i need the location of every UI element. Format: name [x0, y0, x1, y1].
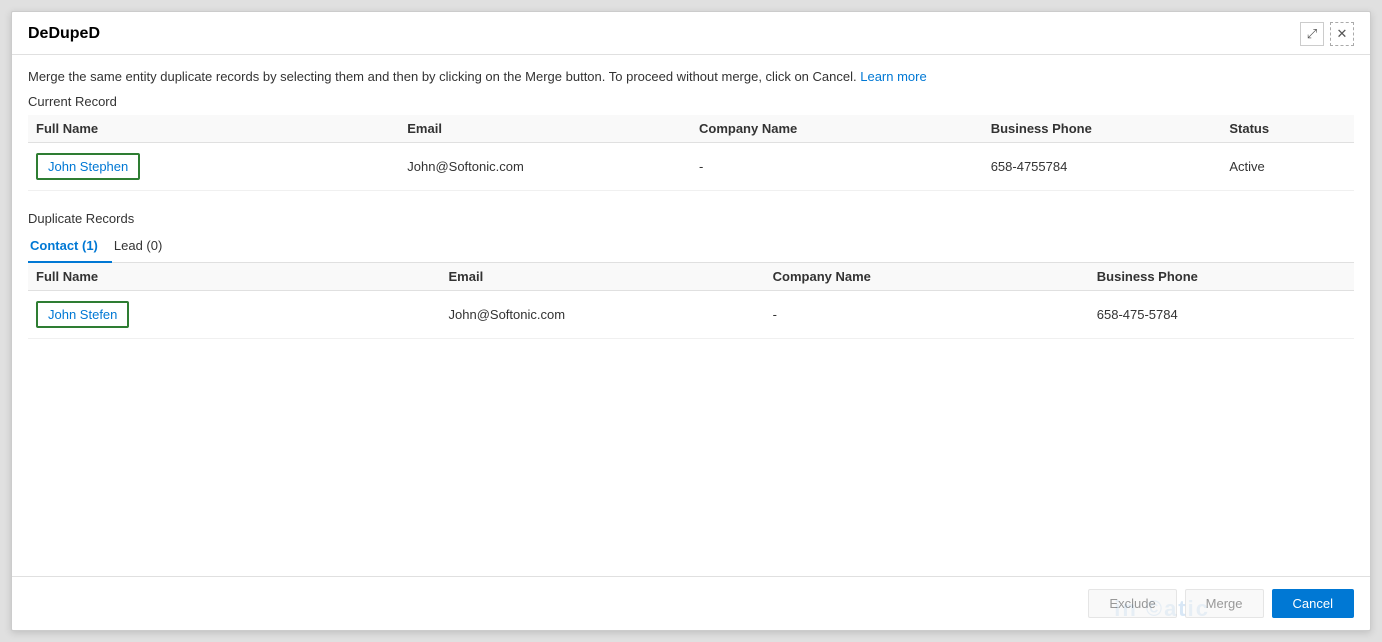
dialog-controls: ⤢ ✕ — [1300, 22, 1354, 46]
dup-col-header-fullname: Full Name — [28, 263, 441, 291]
close-button[interactable]: ✕ — [1330, 22, 1354, 46]
duplicate-records-section: Duplicate Records Contact (1) Lead (0) F… — [28, 211, 1354, 339]
current-record-status-cell: Active — [1221, 143, 1354, 191]
duplicate-records-label: Duplicate Records — [28, 211, 1354, 226]
dup-company-cell: - — [765, 291, 1089, 339]
exclude-button[interactable]: Exclude — [1088, 589, 1176, 618]
current-record-row: John Stephen John@Softonic.com - 658-475… — [28, 143, 1354, 191]
dup-col-header-phone: Business Phone — [1089, 263, 1354, 291]
col-header-status: Status — [1221, 115, 1354, 143]
current-record-fullname-cell: John Stephen — [28, 143, 399, 191]
dialog-body: Merge the same entity duplicate records … — [12, 55, 1370, 576]
dup-email-cell: John@Softonic.com — [441, 291, 765, 339]
info-text: Merge the same entity duplicate records … — [28, 69, 1354, 84]
dialog-title: DeDupeD — [28, 25, 100, 43]
current-record-name-link[interactable]: John Stephen — [48, 159, 128, 174]
current-record-email-cell: John@Softonic.com — [399, 143, 691, 191]
dialog-header: DeDupeD ⤢ ✕ — [12, 12, 1370, 55]
tab-lead-label: Lead (0) — [114, 238, 162, 253]
dup-fullname-cell: John Stefen — [28, 291, 441, 339]
dialog-footer: in ©atic Exclude Merge Cancel — [12, 576, 1370, 630]
current-record-company-cell: - — [691, 143, 983, 191]
duplicate-tabs: Contact (1) Lead (0) — [28, 232, 1354, 263]
duplicate-header-row: Full Name Email Company Name Business Ph… — [28, 263, 1354, 291]
tab-contact-label: Contact (1) — [30, 238, 98, 253]
merge-button[interactable]: Merge — [1185, 589, 1264, 618]
expand-button[interactable]: ⤢ — [1300, 22, 1324, 46]
cancel-button[interactable]: Cancel — [1272, 589, 1354, 618]
dup-phone-cell: 658-475-5784 — [1089, 291, 1354, 339]
duplicate-records-table: Full Name Email Company Name Business Ph… — [28, 263, 1354, 339]
dup-col-header-email: Email — [441, 263, 765, 291]
col-header-company: Company Name — [691, 115, 983, 143]
learn-more-link[interactable]: Learn more — [860, 69, 926, 84]
col-header-email: Email — [399, 115, 691, 143]
dup-name-box: John Stefen — [36, 301, 129, 328]
tab-contact[interactable]: Contact (1) — [28, 232, 112, 263]
dup-col-header-company: Company Name — [765, 263, 1089, 291]
duplicate-record-row: John Stefen John@Softonic.com - 658-475-… — [28, 291, 1354, 339]
dup-record-name-link[interactable]: John Stefen — [48, 307, 117, 322]
current-record-name-box: John Stephen — [36, 153, 140, 180]
tab-lead[interactable]: Lead (0) — [112, 232, 176, 263]
col-header-fullname: Full Name — [28, 115, 399, 143]
expand-icon: ⤢ — [1307, 26, 1317, 42]
current-record-table: Full Name Email Company Name Business Ph… — [28, 115, 1354, 191]
deduped-dialog: DeDupeD ⤢ ✕ Merge the same entity duplic… — [11, 11, 1371, 631]
current-record-header-row: Full Name Email Company Name Business Ph… — [28, 115, 1354, 143]
col-header-phone: Business Phone — [983, 115, 1222, 143]
close-icon: ✕ — [1337, 26, 1348, 42]
current-record-phone-cell: 658-4755784 — [983, 143, 1222, 191]
current-record-label: Current Record — [28, 94, 1354, 109]
